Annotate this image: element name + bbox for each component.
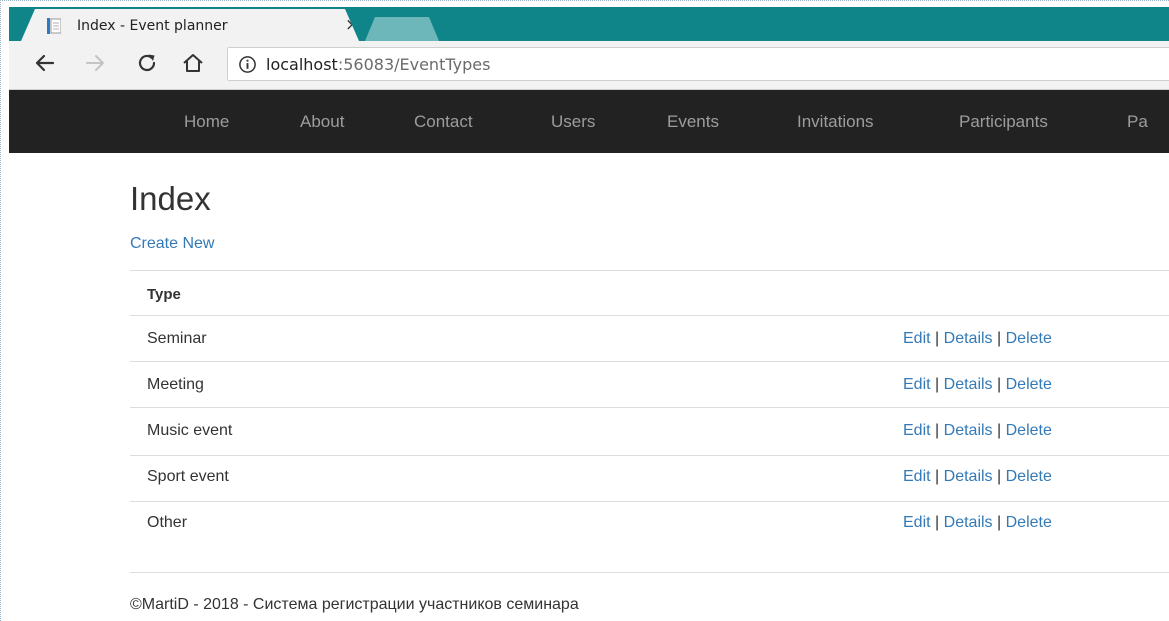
create-new-link[interactable]: Create New [130, 235, 214, 253]
table-row-type: Meeting [147, 376, 204, 393]
table-row-type: Music event [147, 422, 233, 439]
table-row-actions: Edit | Details | Delete [903, 330, 1052, 348]
delete-link[interactable]: Delete [1006, 468, 1052, 485]
row-divider [130, 361, 1169, 362]
forward-arrow-icon[interactable] [83, 51, 107, 75]
edit-link[interactable]: Edit [903, 514, 931, 531]
url-text: localhost:56083/EventTypes [266, 55, 490, 74]
row-divider [130, 407, 1169, 408]
action-separator: | [935, 514, 940, 531]
tab-title: Index - Event planner [77, 18, 228, 34]
action-separator: | [935, 376, 940, 393]
action-separator: | [935, 330, 940, 347]
browser-tab-strip: Index - Event planner × [9, 7, 1169, 41]
nav-truncated-item[interactable]: Pa [1127, 112, 1148, 132]
table-top-border [130, 270, 1169, 271]
home-icon[interactable] [181, 51, 205, 75]
action-separator: | [997, 468, 1002, 485]
footer-text: ©MartiD - 2018 - Система регистрации уча… [130, 596, 579, 613]
edit-link[interactable]: Edit [903, 468, 931, 485]
nav-invitations[interactable]: Invitations [797, 112, 874, 132]
table-header-border [130, 315, 1169, 316]
details-link[interactable]: Details [944, 376, 993, 393]
nav-users[interactable]: Users [551, 112, 595, 132]
table-row-type: Seminar [147, 330, 207, 347]
footer-divider [130, 572, 1169, 573]
tab-close-icon[interactable]: × [345, 15, 359, 35]
action-separator: | [997, 376, 1002, 393]
url-host: localhost [266, 55, 338, 74]
action-separator: | [935, 422, 940, 439]
nav-home[interactable]: Home [184, 112, 229, 132]
delete-link[interactable]: Delete [1006, 422, 1052, 439]
action-separator: | [997, 514, 1002, 531]
details-link[interactable]: Details [944, 514, 993, 531]
nav-events[interactable]: Events [667, 112, 719, 132]
reload-icon[interactable] [135, 51, 159, 75]
address-bar[interactable]: localhost:56083/EventTypes [227, 47, 1169, 81]
delete-link[interactable]: Delete [1006, 330, 1052, 347]
table-row-type: Other [147, 514, 188, 531]
url-path: :56083/EventTypes [337, 55, 491, 74]
action-separator: | [935, 468, 940, 485]
details-link[interactable]: Details [944, 422, 993, 439]
site-navbar: Home About Contact Users Events Invitati… [9, 90, 1169, 153]
page-favicon-icon [47, 18, 61, 34]
action-separator: | [997, 330, 1002, 347]
nav-about[interactable]: About [300, 112, 344, 132]
browser-tab[interactable]: Index - Event planner × [21, 9, 359, 41]
dotted-frame-top [0, 0, 1169, 1]
details-link[interactable]: Details [944, 468, 993, 485]
browser-toolbar: localhost:56083/EventTypes [9, 41, 1169, 90]
row-divider [130, 455, 1169, 456]
action-separator: | [997, 422, 1002, 439]
table-row-actions: Edit | Details | Delete [903, 422, 1052, 440]
page-title: Index [130, 180, 211, 217]
dotted-frame-left [0, 0, 1, 621]
info-icon[interactable] [238, 55, 257, 74]
new-tab-button[interactable] [365, 17, 439, 41]
table-row-actions: Edit | Details | Delete [903, 376, 1052, 394]
delete-link[interactable]: Delete [1006, 376, 1052, 393]
edit-link[interactable]: Edit [903, 376, 931, 393]
edit-link[interactable]: Edit [903, 422, 931, 439]
table-row-actions: Edit | Details | Delete [903, 468, 1052, 486]
table-row-actions: Edit | Details | Delete [903, 514, 1052, 532]
details-link[interactable]: Details [944, 330, 993, 347]
nav-participants[interactable]: Participants [959, 112, 1048, 132]
delete-link[interactable]: Delete [1006, 514, 1052, 531]
row-divider [130, 501, 1169, 502]
column-header-type: Type [147, 286, 181, 303]
back-arrow-icon[interactable] [33, 51, 57, 75]
edit-link[interactable]: Edit [903, 330, 931, 347]
nav-contact[interactable]: Contact [414, 112, 473, 132]
table-row-type: Sport event [147, 468, 229, 485]
